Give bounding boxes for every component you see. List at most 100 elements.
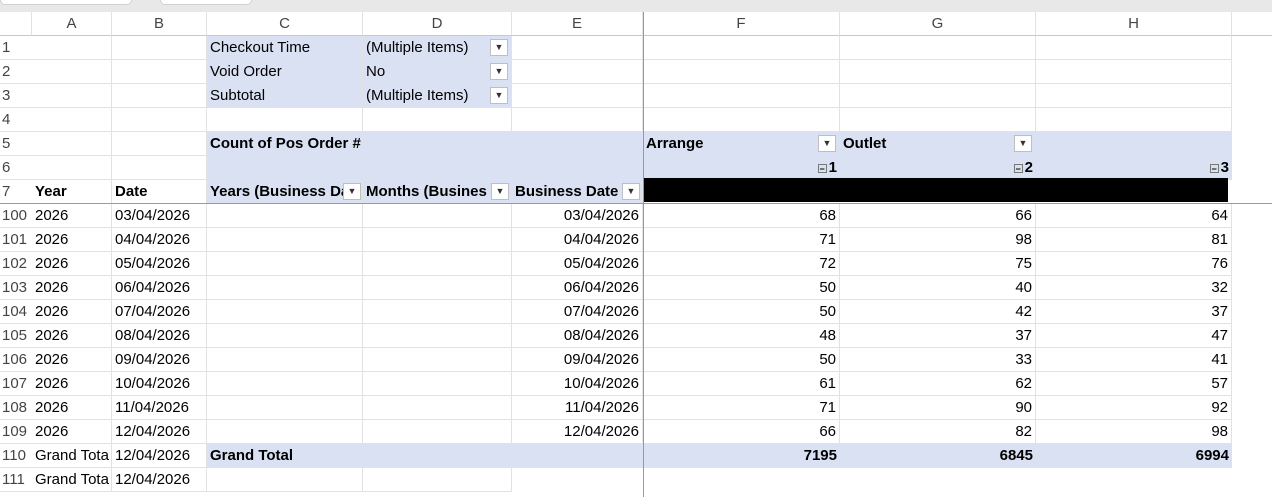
outlet-2-count[interactable]: 40 <box>840 276 1036 300</box>
business-date-cell[interactable]: 03/04/2026 <box>512 204 643 228</box>
date-cell[interactable]: 11/04/2026 <box>112 396 207 420</box>
outlet-1-count[interactable]: 48 <box>643 324 840 348</box>
empty-cell[interactable] <box>207 108 363 132</box>
date-cell[interactable]: 12/04/2026 <box>112 420 207 444</box>
year-cell[interactable]: 2026 <box>32 372 112 396</box>
years-cell[interactable] <box>207 348 363 372</box>
empty-cell[interactable] <box>643 84 840 108</box>
column-header-f[interactable]: F <box>643 12 840 36</box>
empty-cell[interactable] <box>363 108 512 132</box>
filter-dropdown-icon[interactable]: ▼ <box>490 63 508 80</box>
empty-cell[interactable] <box>207 468 363 492</box>
empty-cell[interactable] <box>32 108 112 132</box>
collapse-icon[interactable]: − <box>1209 163 1219 173</box>
empty-cell[interactable] <box>112 36 207 60</box>
outlet-1-count[interactable]: 71 <box>643 396 840 420</box>
outlet-3-count[interactable]: 98 <box>1036 420 1232 444</box>
empty-cell[interactable] <box>1036 108 1232 132</box>
business-date-cell[interactable]: 07/04/2026 <box>512 300 643 324</box>
column-header-b[interactable]: B <box>112 12 207 36</box>
row-header[interactable]: 5 <box>0 132 32 156</box>
months-cell[interactable] <box>363 348 512 372</box>
empty-cell[interactable] <box>840 108 1036 132</box>
empty-cell[interactable] <box>32 84 112 108</box>
empty-cell[interactable] <box>112 84 207 108</box>
empty-cell[interactable] <box>643 108 840 132</box>
months-cell[interactable] <box>363 324 512 348</box>
year-cell[interactable]: 2026 <box>32 300 112 324</box>
empty-cell[interactable] <box>32 60 112 84</box>
spreadsheet-grid[interactable]: A B C D E F G H 1 2 3 4 5 6 7 Checkout T… <box>0 12 1272 497</box>
collapse-icon[interactable]: − <box>1013 163 1023 173</box>
year-cell[interactable]: 2026 <box>32 324 112 348</box>
outlet-2-count[interactable]: 75 <box>840 252 1036 276</box>
outlet-3-count[interactable]: 32 <box>1036 276 1232 300</box>
row-header[interactable]: 102 <box>0 252 32 276</box>
outlet-2-count[interactable]: 90 <box>840 396 1036 420</box>
pivot-values-label[interactable]: Count of Pos Order # <box>207 132 643 156</box>
business-date-filter-icon[interactable]: ▼ <box>622 183 640 200</box>
date-cell[interactable]: 04/04/2026 <box>112 228 207 252</box>
column-header-d[interactable]: D <box>363 12 512 36</box>
outlet-3-count[interactable]: 76 <box>1036 252 1232 276</box>
months-cell[interactable] <box>363 300 512 324</box>
row-header[interactable]: 3 <box>0 84 32 108</box>
outlet-2-count[interactable]: 62 <box>840 372 1036 396</box>
empty-cell[interactable] <box>512 36 643 60</box>
outlet-2-count[interactable]: 98 <box>840 228 1036 252</box>
outlet-1-header[interactable]: −1 <box>643 156 840 180</box>
year-cell[interactable]: 2026 <box>32 252 112 276</box>
outlet-dropdown-icon[interactable]: ▼ <box>1014 135 1032 152</box>
months-cell[interactable] <box>363 372 512 396</box>
year-cell[interactable]: 2026 <box>32 228 112 252</box>
empty-cell[interactable] <box>1036 84 1232 108</box>
date-cell[interactable]: 06/04/2026 <box>112 276 207 300</box>
empty-cell[interactable] <box>643 60 840 84</box>
outlet-1-count[interactable]: 66 <box>643 420 840 444</box>
row-header[interactable]: 100 <box>0 204 32 228</box>
outlet-1-count[interactable]: 71 <box>643 228 840 252</box>
years-cell[interactable] <box>207 276 363 300</box>
months-cell[interactable] <box>363 204 512 228</box>
outlet-1-count[interactable]: 61 <box>643 372 840 396</box>
row-header[interactable]: 107 <box>0 372 32 396</box>
row-header[interactable]: 2 <box>0 60 32 84</box>
grand-total-cell-b[interactable]: 12/04/2026 <box>112 468 207 492</box>
outlet-3-count[interactable]: 41 <box>1036 348 1232 372</box>
row-header[interactable]: 106 <box>0 348 32 372</box>
empty-cell[interactable] <box>1036 36 1232 60</box>
business-date-cell[interactable]: 09/04/2026 <box>512 348 643 372</box>
empty-cell[interactable] <box>112 132 207 156</box>
year-cell[interactable]: 2026 <box>32 420 112 444</box>
row-header[interactable]: 4 <box>0 108 32 132</box>
years-dropdown-icon[interactable]: ▼ <box>343 183 361 200</box>
column-header-a[interactable]: A <box>32 12 112 36</box>
filter-dropdown-icon[interactable]: ▼ <box>490 87 508 104</box>
grand-total-outlet-3[interactable]: 6994 <box>1036 444 1232 468</box>
collapse-icon[interactable]: − <box>817 163 827 173</box>
outlet-3-count[interactable]: 37 <box>1036 300 1232 324</box>
outlet-2-count[interactable]: 33 <box>840 348 1036 372</box>
business-date-cell[interactable]: 10/04/2026 <box>512 372 643 396</box>
row-header[interactable]: 7 <box>0 180 32 204</box>
outlet-1-count[interactable]: 50 <box>643 300 840 324</box>
grand-total-cell-a[interactable]: Grand Tota <box>32 468 112 492</box>
outlet-1-count[interactable]: 68 <box>643 204 840 228</box>
years-cell[interactable] <box>207 300 363 324</box>
empty-cell[interactable] <box>112 108 207 132</box>
empty-cell[interactable] <box>112 156 207 180</box>
tab-fragment[interactable] <box>0 0 132 5</box>
row-header[interactable]: 108 <box>0 396 32 420</box>
date-cell[interactable]: 07/04/2026 <box>112 300 207 324</box>
business-date-cell[interactable]: 05/04/2026 <box>512 252 643 276</box>
column-header-c[interactable]: C <box>207 12 363 36</box>
empty-cell[interactable] <box>840 84 1036 108</box>
months-cell[interactable] <box>363 252 512 276</box>
column-header-i[interactable] <box>1232 12 1272 36</box>
years-cell[interactable] <box>207 324 363 348</box>
outlet-3-header[interactable]: −3 <box>1036 156 1232 180</box>
empty-cell[interactable] <box>112 60 207 84</box>
year-cell[interactable]: 2026 <box>32 204 112 228</box>
years-cell[interactable] <box>207 396 363 420</box>
months-cell[interactable] <box>363 420 512 444</box>
